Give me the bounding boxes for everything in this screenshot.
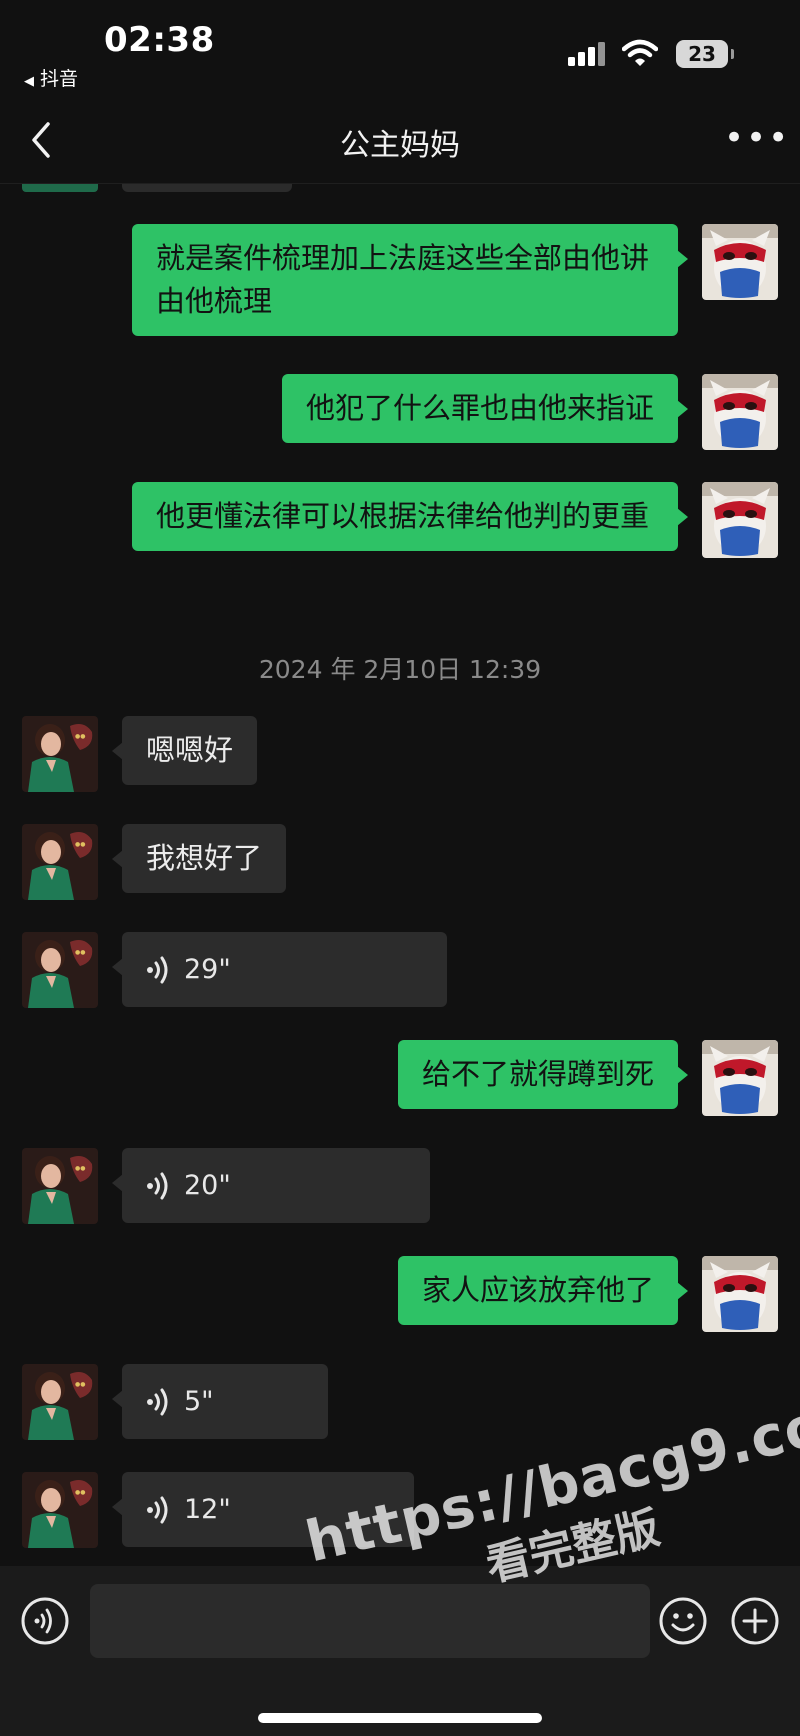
cellular-signal-icon	[568, 42, 608, 66]
emoji-icon[interactable]	[658, 1596, 708, 1646]
message-list[interactable]: 就是案件梳理加上法庭这些全部由他讲由他梳理 他犯了什么罪也由他来指证 他更懂法律…	[0, 184, 800, 1566]
back-triangle-icon: ◀	[24, 74, 34, 89]
received-message-bubble[interactable]: 我想好了	[111, 824, 287, 893]
back-app-label: 抖音	[40, 68, 79, 90]
svg-text:●●: ●●	[75, 841, 85, 848]
sent-message-bubble[interactable]: 他犯了什么罪也由他来指证	[281, 374, 689, 443]
voice-input-icon[interactable]	[20, 1596, 70, 1646]
contact-avatar[interactable]: ●●	[22, 932, 98, 1008]
chat-header: 公主妈妈 •••	[0, 96, 800, 184]
my-avatar[interactable]	[702, 374, 778, 450]
contact-avatar[interactable]: ●●	[22, 824, 98, 900]
voice-duration: 29"	[184, 954, 231, 985]
my-avatar[interactable]	[702, 1256, 778, 1332]
status-bar: 02:38 ◀ 抖音 23	[0, 0, 800, 96]
message-input[interactable]	[90, 1584, 650, 1658]
voice-wave-icon	[147, 1172, 168, 1199]
wifi-icon	[622, 39, 658, 66]
svg-text:●●: ●●	[75, 733, 85, 740]
contact-avatar[interactable]: ●●	[22, 1472, 98, 1548]
more-dots-icon[interactable]: •••	[724, 118, 788, 158]
sent-message-bubble[interactable]: 给不了就得蹲到死	[397, 1040, 689, 1109]
plus-icon[interactable]	[730, 1596, 780, 1646]
voice-duration: 20"	[184, 1170, 231, 1201]
contact-avatar[interactable]: ●●	[22, 716, 98, 792]
voice-duration: 12"	[184, 1494, 231, 1525]
svg-text:●●: ●●	[75, 1381, 85, 1388]
contact-avatar[interactable]: ●●	[22, 1148, 98, 1224]
svg-text:●●: ●●	[75, 1489, 85, 1496]
contact-avatar[interactable]: ●●	[22, 1364, 98, 1440]
battery-indicator: 23	[676, 40, 734, 68]
my-avatar[interactable]	[702, 482, 778, 558]
my-avatar[interactable]	[702, 1040, 778, 1116]
message-timestamp: 2024 年 2月10日 12:39	[258, 655, 542, 684]
voice-wave-icon	[147, 956, 168, 983]
voice-wave-icon	[147, 1496, 168, 1523]
sent-message-bubble[interactable]: 就是案件梳理加上法庭这些全部由他讲由他梳理	[132, 224, 688, 336]
voice-message-bubble[interactable]: 12"	[112, 1472, 414, 1547]
my-avatar[interactable]	[702, 224, 778, 300]
sent-message-bubble[interactable]: 他更懂法律可以根据法律给他判的更重	[132, 482, 688, 551]
home-indicator[interactable]	[258, 1713, 542, 1723]
back-to-app-link[interactable]: ◀ 抖音	[24, 64, 78, 91]
voice-message-bubble[interactable]: 20"	[112, 1148, 430, 1223]
sent-message-bubble[interactable]: 家人应该放弃他了	[397, 1256, 689, 1325]
svg-text:●●: ●●	[75, 1165, 85, 1172]
partial-avatar	[22, 184, 98, 192]
voice-message-bubble[interactable]: 29"	[112, 932, 447, 1007]
received-message-bubble[interactable]: 嗯嗯好	[111, 716, 258, 785]
svg-text:●●: ●●	[75, 949, 85, 956]
chat-title: 公主妈妈	[340, 128, 460, 163]
voice-wave-icon	[147, 1388, 168, 1415]
voice-duration: 5"	[184, 1386, 214, 1417]
partial-bubble	[122, 184, 292, 192]
input-bar	[0, 1566, 800, 1736]
voice-message-bubble[interactable]: 5"	[112, 1364, 328, 1439]
status-time: 02:38	[104, 20, 215, 60]
